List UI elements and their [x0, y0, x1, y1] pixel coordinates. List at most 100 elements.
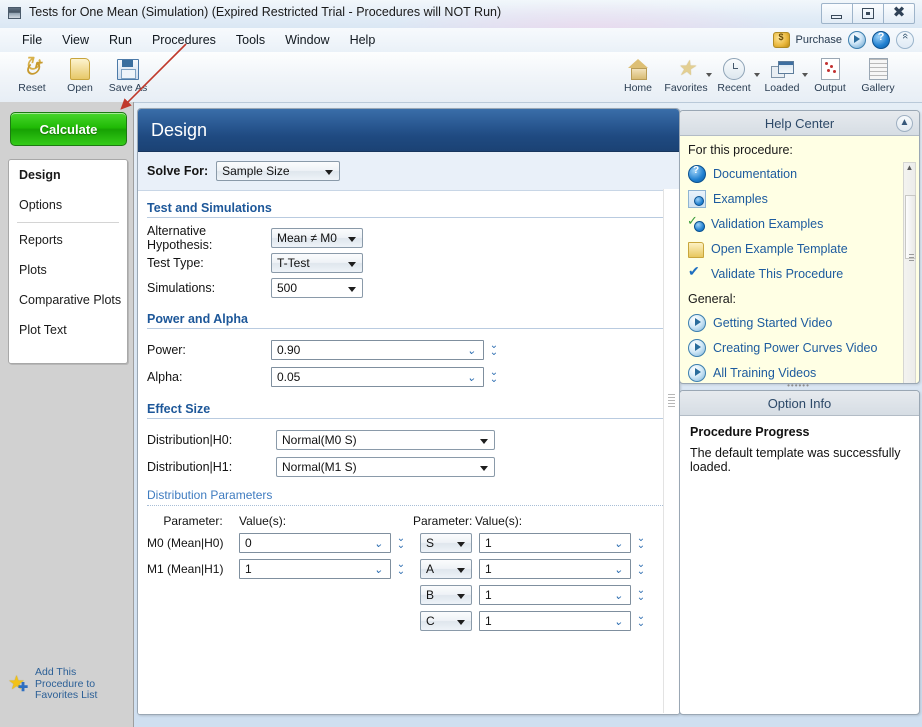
alpha-input[interactable]: 0.05 ⌄ [271, 367, 484, 387]
help-center-body: For this procedure: Documentation Exampl… [680, 136, 919, 384]
toolbar-left-group: Reset Open Save As [8, 54, 152, 94]
toolbar-gallery-button[interactable]: Gallery [854, 54, 902, 94]
design-panel-scrollbar[interactable] [663, 189, 679, 713]
collapse-icon[interactable]: ▲ [896, 115, 913, 132]
validation-icon [688, 216, 704, 232]
alternative-hypothesis-label: Alternative Hypothesis: [147, 224, 271, 252]
add-to-favorites-link[interactable]: ★✚ Add This Procedure to Favorites List [8, 667, 126, 702]
sidebar-item-comparative-plots[interactable]: Comparative Plots [9, 285, 127, 315]
toolbar-open-button[interactable]: Open [56, 54, 104, 94]
param-a-spin-button[interactable]: ⌄⌄ [635, 562, 647, 576]
param-c-input[interactable]: 1 ⌄ [479, 611, 631, 631]
param-c-spin-button[interactable]: ⌄⌄ [635, 614, 647, 628]
simulations-dropdown[interactable]: 500 [271, 278, 363, 298]
clock-icon [710, 57, 758, 81]
toolbar-right-group: Home ★ Favorites Recent Loaded Output [614, 54, 902, 94]
sidebar-item-plot-text[interactable]: Plot Text [9, 315, 127, 345]
chevron-down-icon[interactable]: ⌄ [467, 371, 476, 384]
chevron-down-icon[interactable]: ⌄ [374, 537, 383, 550]
left-parameter-header: Parameter: [147, 514, 239, 528]
help-link-open-example-template[interactable]: Open Example Template [688, 236, 919, 261]
alternative-hypothesis-dropdown[interactable]: Mean ≠ M0 [271, 228, 363, 248]
sidebar-item-options[interactable]: Options [9, 190, 127, 220]
param-c-dropdown[interactable]: C [420, 611, 472, 631]
param-s-dropdown[interactable]: S [420, 533, 472, 553]
help-center-scrollbar[interactable]: ▲ ▼ [903, 162, 916, 384]
param-a-input[interactable]: 1 ⌄ [479, 559, 631, 579]
scroll-up-icon[interactable]: ▲ [904, 163, 915, 175]
video-play-icon [688, 314, 706, 332]
help-link-creating-power-curves-video[interactable]: Creating Power Curves Video [688, 335, 919, 360]
toolbar-output-label: Output [806, 82, 854, 94]
param-b-input[interactable]: 1 ⌄ [479, 585, 631, 605]
param-row-4: C 1 ⌄ ⌄⌄ [147, 608, 679, 633]
splitter-handle[interactable]: •••••• [679, 383, 918, 389]
param-b-dropdown[interactable]: B [420, 585, 472, 605]
solve-for-dropdown[interactable]: Sample Size [216, 161, 340, 181]
help-icon[interactable] [872, 31, 890, 49]
solve-for-row: Solve For: Sample Size [138, 152, 679, 191]
distribution-h1-value: Normal(M1 S) [282, 460, 357, 474]
home-icon [614, 57, 662, 81]
chevron-down-icon[interactable]: ⌄ [467, 344, 476, 357]
param-s-spin-button[interactable]: ⌄⌄ [635, 536, 647, 550]
param-m0-spin-button[interactable]: ⌄⌄ [395, 536, 407, 550]
toolbar-favorites-button[interactable]: ★ Favorites [662, 54, 710, 94]
row-power: Power: 0.90 ⌄ ⌄⌄ [147, 337, 679, 363]
chevron-down-icon[interactable]: ⌄ [614, 615, 623, 628]
toolbar-loaded-button[interactable]: Loaded [758, 54, 806, 94]
help-link-examples[interactable]: Examples [688, 186, 919, 211]
scrollbar-thumb[interactable] [905, 195, 916, 259]
help-link-validate-this-procedure[interactable]: Validate This Procedure [688, 261, 919, 286]
chevron-down-icon[interactable]: ⌄ [614, 537, 623, 550]
purchase-link[interactable]: Purchase [796, 34, 842, 46]
menu-view[interactable]: View [52, 31, 99, 49]
chevron-down-icon[interactable]: ⌄ [374, 563, 383, 576]
option-info-text: The default template was successfully lo… [690, 446, 909, 474]
menu-tools[interactable]: Tools [226, 31, 275, 49]
menu-run[interactable]: Run [99, 31, 142, 49]
section-rule [147, 418, 665, 419]
param-m0-input[interactable]: 0 ⌄ [239, 533, 391, 553]
open-folder-icon [56, 57, 104, 81]
param-m1-spin-button[interactable]: ⌄⌄ [395, 562, 407, 576]
toolbar-output-button[interactable]: Output [806, 54, 854, 94]
distribution-h0-dropdown[interactable]: Normal(M0 S) [276, 430, 495, 450]
restore-button[interactable] [852, 3, 884, 24]
alpha-spin-button[interactable]: ⌄⌄ [488, 370, 500, 384]
power-input[interactable]: 0.90 ⌄ [271, 340, 484, 360]
param-s-input[interactable]: 1 ⌄ [479, 533, 631, 553]
param-b-spin-button[interactable]: ⌄⌄ [635, 588, 647, 602]
toolbar-home-button[interactable]: Home [614, 54, 662, 94]
toolbar-recent-button[interactable]: Recent [710, 54, 758, 94]
test-type-dropdown[interactable]: T-Test [271, 253, 363, 273]
chevron-down-icon[interactable]: ⌄ [614, 563, 623, 576]
sidebar-item-reports[interactable]: Reports [9, 225, 127, 255]
collapse-icon[interactable] [896, 31, 914, 49]
minimize-button[interactable] [821, 3, 853, 24]
sidebar-item-design[interactable]: Design [9, 160, 127, 190]
help-link-getting-started-video[interactable]: Getting Started Video [688, 310, 919, 335]
power-spin-button[interactable]: ⌄⌄ [488, 343, 500, 357]
param-m1-input[interactable]: 1 ⌄ [239, 559, 391, 579]
play-icon[interactable] [848, 31, 866, 49]
sidebar-item-plots[interactable]: Plots [9, 255, 127, 285]
menu-help[interactable]: Help [340, 31, 386, 49]
chevron-down-icon [348, 262, 356, 267]
menu-procedures[interactable]: Procedures [142, 31, 226, 49]
calculate-button[interactable]: Calculate [10, 112, 127, 146]
chevron-down-icon[interactable]: ⌄ [614, 589, 623, 602]
menu-right-actions: Purchase [773, 31, 914, 49]
toolbar-reset-button[interactable]: Reset [8, 54, 56, 94]
param-a-dropdown[interactable]: A [420, 559, 472, 579]
param-row-3: B 1 ⌄ ⌄⌄ [147, 582, 679, 607]
help-link-validation-examples[interactable]: Validation Examples [688, 211, 919, 236]
toolbar-saveas-button[interactable]: Save As [104, 54, 152, 94]
close-button[interactable]: ✖ [883, 3, 915, 24]
help-link-documentation[interactable]: Documentation [688, 161, 919, 186]
help-link-validate-this-procedure-label: Validate This Procedure [711, 267, 843, 281]
param-row-2: M1 (Mean|H1) 1 ⌄ ⌄⌄ A 1 ⌄ ⌄⌄ [147, 556, 679, 581]
menu-window[interactable]: Window [275, 31, 339, 49]
menu-file[interactable]: File [12, 31, 52, 49]
distribution-h1-dropdown[interactable]: Normal(M1 S) [276, 457, 495, 477]
